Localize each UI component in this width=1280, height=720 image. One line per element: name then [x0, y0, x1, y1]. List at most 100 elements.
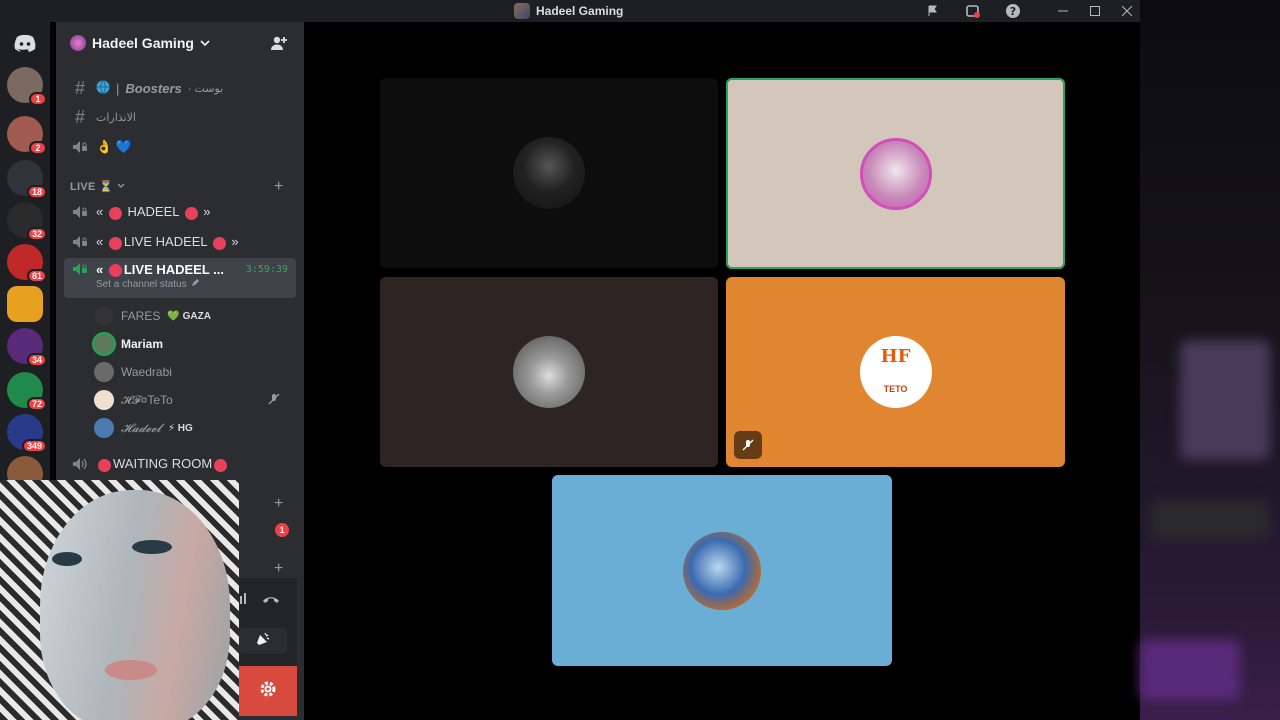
participant-tile-4-teto[interactable]: HF TETO — [726, 277, 1065, 467]
webcam-eye — [52, 552, 82, 566]
title-bar: Hadeel Gaming ? — [0, 0, 1140, 22]
server-avatar — [514, 3, 530, 19]
user-settings-button[interactable] — [239, 666, 297, 716]
window-title-text: Hadeel Gaming — [536, 4, 624, 18]
close-icon[interactable] — [1116, 0, 1138, 22]
speaker-lock-icon — [70, 205, 90, 219]
server-icon-9[interactable]: 349 — [7, 414, 47, 453]
speaker-lock-icon-active — [70, 262, 90, 276]
channel-warnings[interactable]: # الانذارات — [64, 103, 296, 131]
discord-app: Hadeel Gaming ? 1 2 18 32 81 34 72 349 H… — [0, 0, 1140, 720]
avatar — [94, 306, 114, 326]
invite-people-icon[interactable] — [270, 34, 288, 57]
create-channel-plus-icon[interactable]: + — [274, 560, 283, 578]
participant-tile-5[interactable] — [552, 475, 892, 666]
voice-channel-active[interactable]: « LIVE HADEEL ... 3:59:39 Set a channel … — [64, 258, 296, 298]
participant-tile-1[interactable] — [380, 78, 718, 268]
chevron-down-icon — [117, 181, 125, 193]
user-tag: ⚡ HG — [167, 422, 193, 434]
voice-channel-live-hadeel[interactable]: « LIVE HADEEL » — [64, 228, 296, 256]
channel-emoji[interactable]: 👌 💙 — [64, 133, 296, 161]
user-name: FARES — [121, 309, 161, 323]
participant-avatar — [859, 137, 932, 210]
user-tag: 💚 GAZA — [167, 310, 211, 322]
voice-user-hadeel[interactable]: 𝓗𝓪𝓭𝓮𝓮𝓵 ⚡ HG — [94, 415, 294, 441]
channel-name: Boosters — [125, 80, 182, 96]
background-window-blur — [1140, 0, 1280, 720]
channel-status-text: Set a channel status — [96, 278, 187, 290]
red-circle-icon — [108, 206, 122, 220]
server-badge: 72 — [26, 397, 47, 411]
participant-avatar — [683, 531, 761, 610]
participant-avatar — [513, 137, 585, 209]
channel-timer: 3:59:39 — [245, 264, 288, 275]
text-channel-icon: # — [74, 106, 85, 127]
disconnect-icon[interactable] — [261, 592, 281, 611]
unread-badge: 1 — [275, 523, 289, 537]
channel-boosters[interactable]: # | Boosters · بوست — [64, 74, 296, 102]
blur-shape — [1180, 340, 1270, 460]
channel-status[interactable]: Set a channel status — [96, 278, 200, 290]
server-badge: 81 — [26, 269, 47, 283]
avatar — [94, 418, 114, 438]
speaker-icon — [70, 457, 90, 471]
participant-tile-3[interactable] — [380, 277, 718, 467]
participant-avatar — [513, 336, 585, 408]
server-icon-3[interactable]: 18 — [7, 160, 47, 199]
red-circle-icon — [98, 458, 111, 472]
server-badge: 18 — [26, 185, 47, 199]
voice-channel-waiting-room[interactable]: WAITING ROOM — [64, 450, 296, 478]
channel-name: « HADEEL » — [96, 204, 211, 220]
server-badge: 32 — [26, 227, 47, 241]
channel-name: « LIVE HADEEL » — [96, 234, 239, 250]
pencil-icon — [191, 278, 200, 290]
voice-user-mariam[interactable]: Mariam — [94, 331, 294, 357]
user-name: Mariam — [121, 337, 164, 351]
discord-home-icon[interactable] — [11, 32, 39, 54]
globe-icon — [96, 79, 110, 97]
voice-user-waedrabi[interactable]: Waedrabi — [94, 359, 294, 385]
help-icon[interactable]: ? — [1002, 0, 1024, 22]
channel-name: « LIVE HADEEL ... — [96, 262, 225, 278]
server-badge: 34 — [26, 353, 47, 367]
mic-muted-icon — [734, 431, 762, 459]
voice-signal-icon[interactable] — [239, 592, 249, 606]
server-icon-1[interactable]: 1 — [7, 67, 47, 106]
minimize-icon[interactable] — [1052, 0, 1074, 22]
server-icon-7[interactable]: 34 — [7, 328, 47, 367]
category-name: LIVE ⏳ — [70, 181, 114, 193]
teto-label: TETO — [883, 384, 908, 394]
server-badge: 349 — [21, 439, 47, 453]
voice-user-teto[interactable]: 𝓗𝓕¤TeTo — [94, 387, 294, 413]
red-circle-icon — [212, 236, 226, 250]
channel-name: 👌 💙 — [96, 139, 132, 154]
participant-avatar: HF TETO — [859, 336, 932, 408]
server-name: Hadeel Gaming — [92, 35, 194, 51]
category-live[interactable]: LIVE ⏳ — [70, 180, 125, 193]
avatar — [94, 362, 114, 382]
create-channel-plus-icon[interactable]: + — [274, 178, 283, 196]
maximize-icon[interactable] — [1084, 0, 1106, 22]
inbox-icon[interactable] — [962, 0, 984, 22]
voice-channel-hadeel[interactable]: « HADEEL » — [64, 198, 296, 226]
server-icon-2[interactable]: 2 — [7, 116, 47, 155]
server-icon-4[interactable]: 32 — [7, 202, 47, 241]
webcam-eye — [132, 540, 172, 554]
participant-tile-2-speaking[interactable] — [726, 78, 1065, 269]
voice-user-fares[interactable]: FARES 💚 GAZA — [94, 303, 294, 329]
server-icon-6[interactable] — [7, 286, 43, 322]
server-icon-5[interactable]: 81 — [7, 244, 47, 283]
flag-icon[interactable] — [922, 0, 944, 22]
soundboard-button[interactable] — [239, 628, 287, 654]
channel-name-suffix: · بوست — [187, 82, 224, 95]
server-header[interactable]: Hadeel Gaming — [56, 22, 304, 64]
speaker-lock-icon — [70, 140, 90, 154]
text-channel-icon: # — [74, 77, 85, 98]
server-icon-8[interactable]: 72 — [7, 372, 47, 411]
red-circle-icon — [214, 458, 228, 472]
server-icon — [70, 35, 86, 51]
create-channel-plus-icon[interactable]: + — [274, 495, 283, 513]
server-badge: 1 — [29, 92, 47, 106]
channel-name-prefix: | — [116, 80, 120, 96]
channel-name: WAITING ROOM — [96, 456, 229, 472]
